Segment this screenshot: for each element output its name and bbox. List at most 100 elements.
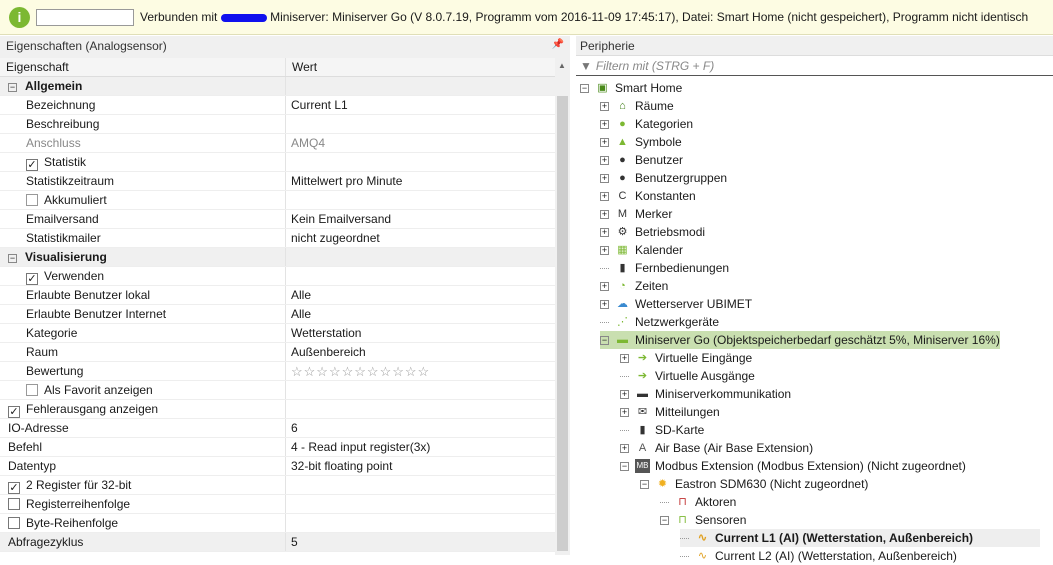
tree-item[interactable]: + M Merker — [600, 205, 672, 223]
tree-item[interactable]: + A Air Base (Air Base Extension) — [620, 439, 813, 457]
property-value[interactable]: AMQ4 — [286, 134, 555, 152]
property-row[interactable]: Erlaubte Benutzer lokal Alle — [0, 286, 555, 305]
scrollbar-thumb[interactable] — [557, 96, 568, 551]
tree-item[interactable]: + ● Benutzergruppen — [600, 169, 727, 187]
property-row[interactable]: Bezeichnung Current L1 — [0, 96, 555, 115]
property-value[interactable]: 32-bit floating point — [286, 457, 555, 475]
property-value[interactable]: Wetterstation — [286, 324, 555, 342]
collapse-icon[interactable]: − — [640, 479, 649, 489]
tree-item[interactable]: + ▬ Miniserverkommunikation — [620, 385, 791, 403]
property-row[interactable]: Erlaubte Benutzer Internet Alle — [0, 305, 555, 324]
tree-item[interactable]: + ● Benutzer — [600, 151, 683, 169]
tree-item[interactable]: + ✉ Mitteilungen — [620, 403, 720, 421]
property-value[interactable]: 6 — [286, 419, 555, 437]
tree-item[interactable]: + ⌂ Räume — [600, 97, 674, 115]
expand-icon[interactable]: + — [600, 227, 609, 237]
property-row[interactable]: Abfragezyklus 5 — [0, 533, 555, 552]
checkbox[interactable]: ✓ — [26, 273, 38, 285]
expand-icon[interactable]: + — [600, 209, 609, 219]
property-value[interactable] — [286, 115, 555, 133]
property-value[interactable]: Current L1 — [286, 96, 555, 114]
collapse-icon[interactable]: − — [580, 83, 589, 93]
tree-item[interactable]: ∿ Current L1 (AI) (Wetterstation, Außenbe… — [680, 529, 1040, 547]
tree-item[interactable]: − ✹ Eastron SDM630 (Nicht zugeordnet) — [640, 475, 868, 493]
property-row[interactable]: Akkumuliert — [0, 191, 555, 210]
property-row[interactable]: Beschreibung — [0, 115, 555, 134]
expand-icon[interactable]: + — [620, 407, 629, 417]
tree-item[interactable]: + ⚙ Betriebsmodi — [600, 223, 705, 241]
collapse-icon[interactable]: − — [8, 83, 17, 92]
tree-item[interactable]: + ☁ Wetterserver UBIMET — [600, 295, 752, 313]
property-value[interactable]: ☆☆☆☆☆☆☆☆☆☆☆ — [286, 362, 555, 380]
property-row[interactable]: − Visualisierung — [0, 248, 555, 267]
tree-item[interactable]: ⋰ Netzwerkgeräte — [600, 313, 719, 331]
expand-icon[interactable]: + — [600, 299, 609, 309]
property-row[interactable]: − Allgemein — [0, 77, 555, 96]
tree-item[interactable]: ➔ Virtuelle Ausgänge — [620, 367, 755, 385]
collapse-icon[interactable]: − — [8, 254, 17, 263]
property-row[interactable]: Datentyp 32-bit floating point — [0, 457, 555, 476]
expand-icon[interactable]: + — [600, 155, 609, 165]
tree-item[interactable]: ⊓ Aktoren — [660, 493, 736, 511]
column-header-value[interactable]: Wert — [286, 58, 555, 76]
property-value[interactable]: 5 — [286, 533, 555, 551]
tree-item[interactable]: + ● Kategorien — [600, 115, 693, 133]
expand-icon[interactable]: + — [620, 389, 629, 399]
status-input[interactable] — [36, 8, 134, 26]
column-header-property[interactable]: Eigenschaft — [0, 58, 286, 76]
property-row[interactable]: Anschluss AMQ4 — [0, 134, 555, 153]
expand-icon[interactable]: + — [600, 101, 609, 111]
property-row[interactable]: Als Favorit anzeigen — [0, 381, 555, 400]
property-row[interactable]: Statistikmailer nicht zugeordnet — [0, 229, 555, 248]
checkbox[interactable]: ✓ — [8, 482, 20, 494]
pin-icon[interactable]: 📌 — [552, 39, 564, 50]
property-value[interactable]: 4 - Read input register(3x) — [286, 438, 555, 456]
scrollbar[interactable]: ▲ — [555, 58, 570, 555]
expand-icon[interactable]: + — [600, 191, 609, 201]
tree-item[interactable]: + ➔ Virtuelle Eingänge — [620, 349, 752, 367]
checkbox[interactable] — [8, 498, 20, 510]
tree-item[interactable]: ∿ Current L2 (AI) (Wetterstation, Außenbe… — [680, 547, 957, 565]
expand-icon[interactable]: + — [620, 353, 629, 363]
property-row[interactable]: Befehl 4 - Read input register(3x) — [0, 438, 555, 457]
tree-item[interactable]: + ◔ Zeiten — [600, 277, 668, 295]
tree-item[interactable]: + ▲ Symbole — [600, 133, 682, 151]
collapse-icon[interactable]: − — [660, 515, 669, 525]
checkbox[interactable] — [8, 517, 20, 529]
expand-icon[interactable]: + — [600, 137, 609, 147]
tree-item[interactable]: − ▣ Smart Home — [580, 79, 682, 97]
property-value[interactable]: nicht zugeordnet — [286, 229, 555, 247]
property-row[interactable]: ✓ Fehlerausgang anzeigen — [0, 400, 555, 419]
collapse-icon[interactable]: − — [620, 461, 629, 471]
property-row[interactable]: Raum Außenbereich — [0, 343, 555, 362]
scroll-up-icon[interactable]: ▲ — [558, 61, 566, 70]
checkbox[interactable] — [26, 384, 38, 396]
property-row[interactable]: ✓ 2 Register für 32-bit — [0, 476, 555, 495]
tree-item[interactable]: − ⊓ Sensoren — [660, 511, 746, 529]
checkbox[interactable]: ✓ — [8, 406, 20, 418]
checkbox[interactable] — [26, 194, 38, 206]
property-row[interactable]: Byte-Reihenfolge — [0, 514, 555, 533]
property-row[interactable]: ✓ Statistik — [0, 153, 555, 172]
tree-item[interactable]: ▮ Fernbedienungen — [600, 259, 729, 277]
property-value[interactable]: Alle — [286, 305, 555, 323]
tree-item[interactable]: + C Konstanten — [600, 187, 696, 205]
filter-input[interactable]: ▼ Filtern mit (STRG + F) — [576, 56, 1053, 76]
property-row[interactable]: Bewertung ☆☆☆☆☆☆☆☆☆☆☆ — [0, 362, 555, 381]
collapse-icon[interactable]: − — [600, 335, 609, 345]
tree-item[interactable]: − ▬ Miniserver Go (Objektspeicherbedarf ge… — [600, 331, 1000, 349]
property-value[interactable]: Kein Emailversand — [286, 210, 555, 228]
property-row[interactable]: Statistikzeitraum Mittelwert pro Minute — [0, 172, 555, 191]
property-row[interactable]: Emailversand Kein Emailversand — [0, 210, 555, 229]
tree-item[interactable]: − MB Modbus Extension (Modbus Extension) (… — [620, 457, 966, 475]
expand-icon[interactable]: + — [600, 173, 609, 183]
property-row[interactable]: Registerreihenfolge — [0, 495, 555, 514]
tree-item[interactable]: + ▦ Kalender — [600, 241, 683, 259]
property-row[interactable]: ✓ Verwenden — [0, 267, 555, 286]
expand-icon[interactable]: + — [600, 281, 609, 291]
property-value[interactable]: Alle — [286, 286, 555, 304]
expand-icon[interactable]: + — [620, 443, 629, 453]
property-value[interactable]: Außenbereich — [286, 343, 555, 361]
property-value[interactable]: Mittelwert pro Minute — [286, 172, 555, 190]
checkbox[interactable]: ✓ — [26, 159, 38, 171]
